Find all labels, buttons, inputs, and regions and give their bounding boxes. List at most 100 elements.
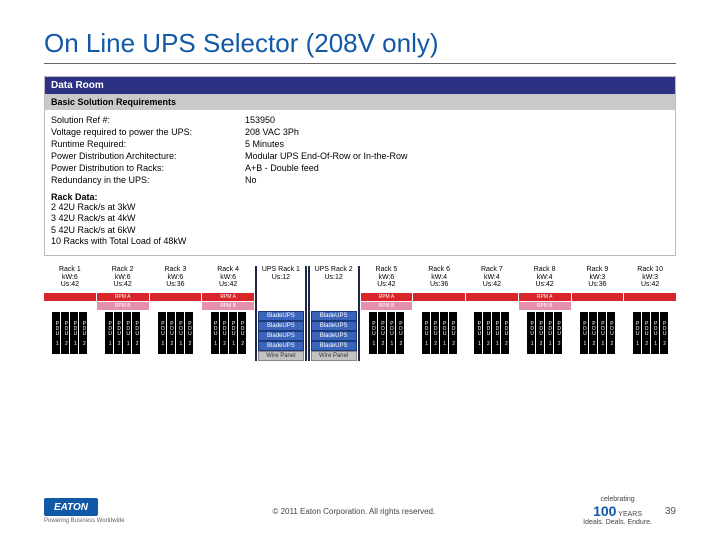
page-number: 39 bbox=[652, 506, 676, 517]
pdu: PDU 2 bbox=[132, 312, 140, 354]
rack-header: Rack 4kW:6Us:42 bbox=[202, 266, 254, 292]
wire-panel: Wire Panel bbox=[311, 351, 357, 361]
slide-footer: EATON Powering Business Worldwide © 2011… bbox=[0, 496, 720, 526]
req-value: A+B - Double feed bbox=[245, 162, 412, 174]
anniv-number: 100 bbox=[593, 503, 616, 519]
bus-a: RPM A bbox=[361, 293, 413, 301]
bus-b bbox=[624, 302, 676, 310]
pdu: PDU 2 bbox=[449, 312, 457, 354]
pdu: PDU 1 bbox=[52, 312, 60, 354]
copyright-text: © 2011 Eaton Corporation. All rights res… bbox=[125, 507, 584, 516]
wire-panel: Wire Panel bbox=[258, 351, 304, 361]
bus-b: RPM B bbox=[202, 302, 254, 310]
pdu: PDU 1 bbox=[158, 312, 166, 354]
pdu: PDU 1 bbox=[492, 312, 500, 354]
pdu: PDU 1 bbox=[545, 312, 553, 354]
requirements-panel: Data Room Basic Solution Requirements So… bbox=[44, 76, 676, 256]
bus-b bbox=[310, 302, 358, 310]
pdu: PDU 1 bbox=[651, 312, 659, 354]
pdu: PDU 2 bbox=[554, 312, 562, 354]
rack-header: UPS Rack 1Us:12 bbox=[257, 266, 305, 292]
pdu-row: PDU 1PDU 2PDU 1PDU 2 bbox=[97, 311, 149, 354]
rack-diagram: Rack 1kW:6Us:42PDU 1PDU 2PDU 1PDU 2 Rack … bbox=[44, 266, 676, 361]
pdu: PDU 2 bbox=[501, 312, 509, 354]
pdu-row: PDU 1PDU 2PDU 1PDU 2 bbox=[361, 311, 413, 354]
bus-a bbox=[150, 293, 202, 301]
pdu: PDU 1 bbox=[176, 312, 184, 354]
anniv-unit: YEARS bbox=[618, 511, 642, 518]
ups-rack-column: UPS Rack 1Us:12BladeUPSBladeUPSBladeUPSB… bbox=[255, 266, 307, 361]
pdu: PDU 1 bbox=[123, 312, 131, 354]
rack-header: UPS Rack 2Us:12 bbox=[310, 266, 358, 292]
pdu: PDU 1 bbox=[580, 312, 588, 354]
pdu-row: PDU 1PDU 2PDU 1PDU 2 bbox=[466, 311, 518, 354]
req-value: 5 Minutes bbox=[245, 138, 412, 150]
pdu-row: PDU 1PDU 2PDU 1PDU 2 bbox=[150, 311, 202, 354]
rack-column: Rack 1kW:6Us:42PDU 1PDU 2PDU 1PDU 2 bbox=[44, 266, 96, 361]
bus-a bbox=[310, 293, 358, 301]
pdu: PDU 2 bbox=[483, 312, 491, 354]
req-value: 153950 bbox=[245, 114, 412, 126]
bus-a: RPM A bbox=[519, 293, 571, 301]
title-rule bbox=[44, 63, 676, 64]
blade-ups: BladeUPS bbox=[258, 331, 304, 341]
req-label: Runtime Required: bbox=[51, 138, 245, 150]
rack-column: Rack 5kW:6Us:42RPM ARPM BPDU 1PDU 2PDU 1… bbox=[361, 266, 413, 361]
rack-header: Rack 8kW:4Us:42 bbox=[519, 266, 571, 292]
blade-ups: BladeUPS bbox=[258, 341, 304, 351]
pdu-row: PDU 1PDU 2PDU 1PDU 2 bbox=[413, 311, 465, 354]
pdu-row: PDU 1PDU 2PDU 1PDU 2 bbox=[572, 311, 624, 354]
pdu: PDU 2 bbox=[660, 312, 668, 354]
bus-b bbox=[44, 302, 96, 310]
pdu-row: PDU 1PDU 2PDU 1PDU 2 bbox=[624, 311, 676, 354]
ups-rack-column: UPS Rack 2Us:12BladeUPSBladeUPSBladeUPSB… bbox=[308, 266, 360, 361]
panel-subheader: Basic Solution Requirements bbox=[45, 94, 675, 110]
bus-b: RPM B bbox=[97, 302, 149, 310]
pdu: PDU 1 bbox=[422, 312, 430, 354]
req-value: No bbox=[245, 174, 412, 186]
bus-b bbox=[413, 302, 465, 310]
rack-column: Rack 3kW:6Us:36PDU 1PDU 2PDU 1PDU 2 bbox=[150, 266, 202, 361]
pdu: PDU 2 bbox=[220, 312, 228, 354]
bus-a: RPM A bbox=[202, 293, 254, 301]
bus-a bbox=[572, 293, 624, 301]
pdu: PDU 1 bbox=[527, 312, 535, 354]
rack-line: 5 42U Rack/s at 6kW bbox=[51, 225, 669, 236]
rack-column: Rack 10kW:3Us:42PDU 1PDU 2PDU 1PDU 2 bbox=[624, 266, 676, 361]
bus-b bbox=[466, 302, 518, 310]
rack-line: 3 42U Rack/s at 4kW bbox=[51, 213, 669, 224]
req-label: Solution Ref #: bbox=[51, 114, 245, 126]
pdu-row: PDU 1PDU 2PDU 1PDU 2 bbox=[202, 311, 254, 354]
pdu-row: PDU 1PDU 2PDU 1PDU 2 bbox=[519, 311, 571, 354]
panel-header: Data Room bbox=[45, 77, 675, 94]
pdu: PDU 1 bbox=[633, 312, 641, 354]
eaton-logo: EATON bbox=[44, 498, 98, 516]
pdu: PDU 2 bbox=[378, 312, 386, 354]
bus-a bbox=[413, 293, 465, 301]
rack-column: Rack 9kW:3Us:36 PDU 1PDU 2PDU 1PDU 2 bbox=[572, 266, 624, 361]
rack-header: Rack 9kW:3Us:36 bbox=[572, 266, 624, 292]
rack-column: Rack 6kW:4Us:36PDU 1PDU 2PDU 1PDU 2 bbox=[413, 266, 465, 361]
pdu: PDU 2 bbox=[185, 312, 193, 354]
blade-ups: BladeUPS bbox=[311, 311, 357, 321]
rack-header: Rack 5kW:6Us:42 bbox=[361, 266, 413, 292]
anniv-top: celebrating bbox=[583, 496, 652, 503]
pdu: PDU 1 bbox=[211, 312, 219, 354]
req-label: Power Distribution Architecture: bbox=[51, 150, 245, 162]
rack-column: Rack 2kW:6Us:42RPM ARPM BPDU 1PDU 2PDU 1… bbox=[97, 266, 149, 361]
rack-data-lines: 2 42U Rack/s at 3kW3 42U Rack/s at 4kW5 … bbox=[51, 202, 669, 247]
pdu: PDU 1 bbox=[598, 312, 606, 354]
pdu: PDU 2 bbox=[431, 312, 439, 354]
bus-b bbox=[572, 302, 624, 310]
pdu: PDU 1 bbox=[369, 312, 377, 354]
anniversary-badge: celebrating 100 YEARS Ideals. Deals. End… bbox=[583, 496, 652, 526]
pdu: PDU 1 bbox=[70, 312, 78, 354]
rack-header: Rack 7kW:4Us:42 bbox=[466, 266, 518, 292]
req-value: Modular UPS End-Of-Row or In-the-Row bbox=[245, 150, 412, 162]
rack-column: Rack 8kW:4Us:42RPM ARPM BPDU 1PDU 2PDU 1… bbox=[519, 266, 571, 361]
pdu: PDU 2 bbox=[114, 312, 122, 354]
blade-ups: BladeUPS bbox=[311, 341, 357, 351]
pdu: PDU 2 bbox=[238, 312, 246, 354]
blade-ups: BladeUPS bbox=[311, 321, 357, 331]
pdu: PDU 1 bbox=[229, 312, 237, 354]
